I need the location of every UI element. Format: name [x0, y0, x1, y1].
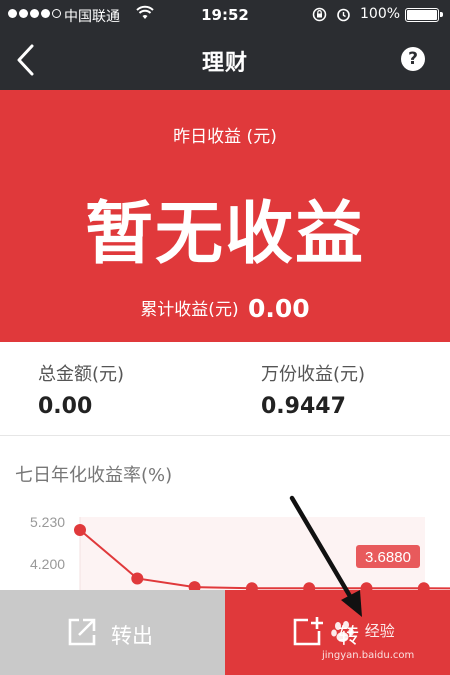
- cumulative-earnings: 累计收益(元) 0.00: [0, 294, 450, 323]
- data-point: [74, 524, 86, 536]
- rotation-lock-icon: [312, 7, 327, 22]
- per-10k-earnings-stat: 万份收益(元) 0.9447: [261, 360, 365, 419]
- total-amount-label: 总金额(元): [38, 364, 125, 385]
- highlight-data-label: 3.6880: [365, 549, 411, 566]
- yield-chart: 七日年化收益率(%) 5.230 4.200 3.6880: [0, 437, 450, 590]
- y-tick-label: 4.200: [30, 556, 65, 572]
- y-tick-label: 5.230: [30, 514, 65, 530]
- status-bar: 中国联通 19:52 100%: [0, 0, 450, 30]
- watermark-label: 经验: [364, 622, 395, 640]
- watermark-text: 经验: [330, 620, 395, 643]
- transfer-out-label: 转出: [111, 624, 153, 648]
- help-icon[interactable]: ?: [401, 47, 425, 71]
- cumulative-earnings-value: 0.00: [247, 294, 310, 323]
- earnings-summary: 昨日收益 (元) 暂无收益 累计收益(元) 0.00: [0, 90, 450, 342]
- page-title: 理财: [201, 51, 248, 76]
- nav-bar: 理财 ?: [0, 30, 450, 90]
- total-amount-value: 0.00: [38, 394, 93, 419]
- transfer-out-icon: [68, 618, 96, 646]
- yesterday-earnings-label: 昨日收益 (元): [173, 127, 277, 147]
- yesterday-earnings-value: 暂无收益: [84, 195, 365, 274]
- transfer-out-button[interactable]: 转出: [0, 590, 225, 675]
- battery-icon: [405, 8, 443, 22]
- watermark-url: jingyan.baidu.com: [322, 650, 415, 661]
- yield-line-chart: 5.230 4.200 3.6880: [30, 514, 450, 590]
- data-point: [131, 572, 144, 585]
- battery-percent: 100%: [360, 6, 401, 22]
- cumulative-earnings-label: 累计收益(元): [140, 300, 239, 320]
- paw-icon: [331, 620, 354, 642]
- account-stats: 总金额(元) 0.00 万份收益(元) 0.9447: [0, 342, 450, 436]
- transfer-in-icon: [293, 617, 323, 646]
- per-10k-earnings-value: 0.9447: [261, 394, 346, 419]
- alarm-icon: [337, 8, 350, 22]
- total-amount-stat: 总金额(元) 0.00: [38, 360, 124, 419]
- per-10k-earnings-label: 万份收益(元): [261, 364, 366, 385]
